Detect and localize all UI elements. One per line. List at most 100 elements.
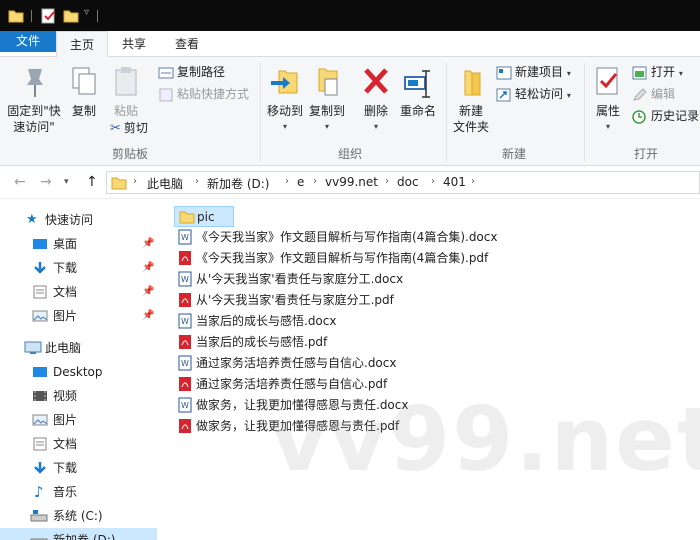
svg-text:W: W [181, 401, 189, 410]
tab-share[interactable]: 共享 [108, 31, 160, 57]
back-arrow-icon[interactable]: ← [14, 174, 26, 190]
file-name: 《今天我当家》作文题目解析与写作指南(4篇合集).docx [196, 230, 498, 244]
pin-to-quick-access-button[interactable]: 固定到"快 速访问" [2, 65, 66, 135]
breadcrumb-401[interactable]: 401 [443, 175, 466, 189]
edit-label: 编辑 [651, 87, 676, 101]
rename-button[interactable]: 重命名 [396, 65, 440, 119]
properties-label: 属性 [595, 104, 620, 118]
paste-button[interactable]: 粘贴 [106, 65, 146, 119]
new-group-label: 新建 [501, 147, 526, 161]
nav-item-pictures-pc[interactable]: 图片 [0, 408, 157, 432]
file-name: 通过家务活培养责任感与自信心.docx [196, 356, 397, 370]
copy-path-button[interactable]: 复制路径 [158, 63, 225, 81]
nav-item-downloads-pc[interactable]: 下载 [0, 456, 157, 480]
easy-access-button[interactable]: 轻松访问 ▾ [496, 85, 571, 105]
move-to-button[interactable]: 移动到 ▾ [264, 65, 306, 135]
tab-file[interactable]: 文件 [0, 31, 56, 52]
copy-button[interactable]: 复制 [66, 65, 102, 119]
file-name: 当家后的成长与感悟.docx [196, 314, 337, 328]
pin-icon: 📌 [142, 262, 155, 273]
properties-icon [596, 67, 618, 95]
file-list: pic W 《今天我当家》作文题目解析与写作指南(4篇合集).docx 《今天我… [157, 199, 700, 540]
breadcrumb-vv99[interactable]: vv99.net [325, 175, 378, 189]
copy-to-label: 复制到 [308, 104, 345, 118]
new-folder-button[interactable]: 新建 文件夹 [450, 65, 492, 135]
folder-icon [179, 211, 195, 224]
new-item-button[interactable]: 新建项目 ▾ [496, 63, 571, 83]
nav-this-pc[interactable]: 此电脑 [0, 336, 157, 360]
pictures-icon [32, 414, 48, 426]
pictures-icon [32, 310, 48, 322]
nav-label: 新加卷 (D:) [53, 533, 116, 540]
word-document-icon: W [178, 271, 192, 287]
forward-arrow-icon[interactable]: → [40, 174, 52, 190]
breadcrumb-separator-icon: › [431, 176, 435, 187]
computer-icon [24, 341, 42, 354]
nav-item-documents-pc[interactable]: 文档 [0, 432, 157, 456]
history-button[interactable]: 历史记录 [632, 107, 699, 125]
star-icon: ★ [26, 212, 38, 227]
properties-quick-icon[interactable] [41, 8, 57, 24]
organize-group-label: 组织 [337, 147, 362, 161]
drive-c-icon [30, 510, 48, 522]
edit-button[interactable]: 编辑 [632, 85, 675, 103]
drive-icon [30, 538, 48, 540]
documents-icon [33, 285, 47, 299]
download-icon [34, 262, 46, 274]
breadcrumb-separator-icon: › [385, 176, 389, 187]
toolbar-divider [97, 10, 98, 22]
breadcrumb-doc[interactable]: doc [397, 175, 419, 189]
documents-icon [33, 437, 47, 451]
recent-locations-chevron-icon[interactable]: ▾ [64, 177, 69, 187]
breadcrumb-separator-icon: › [195, 176, 199, 187]
tab-view[interactable]: 查看 [160, 31, 214, 57]
breadcrumb-this-pc[interactable]: 此电脑 [147, 175, 183, 192]
tab-home[interactable]: 主页 [56, 31, 108, 58]
paste-shortcut-button[interactable]: 粘贴快捷方式 [158, 85, 249, 103]
nav-item-drive-d[interactable]: 新加卷 (D:) [0, 528, 157, 540]
nav-item-downloads[interactable]: 下载 📌 [0, 256, 157, 280]
breadcrumb-separator-icon: › [133, 176, 137, 187]
easy-access-label: 轻松访问 [515, 87, 564, 101]
nav-label: Desktop [53, 365, 103, 379]
customize-toolbar-icon[interactable]: ▿ [84, 7, 89, 18]
nav-label: 文档 [53, 437, 78, 451]
nav-label: 图片 [53, 413, 78, 427]
svg-text:W: W [181, 233, 189, 242]
address-bar[interactable]: › 此电脑 › 新加卷 (D:) › e › vv99.net › doc › … [106, 171, 700, 194]
up-arrow-icon[interactable]: ↑ [86, 174, 98, 190]
open-button[interactable]: 打开 ▾ [632, 63, 683, 83]
music-icon: ♪ [34, 483, 44, 501]
nav-item-desktop-pc[interactable]: Desktop [0, 360, 157, 384]
nav-item-videos[interactable]: 视频 [0, 384, 157, 408]
svg-text:W: W [181, 275, 189, 284]
ribbon-tabs: 文件 主页 共享 查看 [0, 31, 700, 58]
file-name: 做家务，让我更加懂得感恩与责任.docx [196, 398, 409, 412]
file-name: pic [197, 210, 215, 224]
breadcrumb-e[interactable]: e [297, 175, 304, 189]
new-folder-quick-icon[interactable] [63, 8, 79, 23]
properties-button[interactable]: 属性 ▾ [590, 65, 626, 135]
copy-to-button[interactable]: 复制到 ▾ [306, 65, 348, 135]
breadcrumb-drive-d[interactable]: 新加卷 (D:) [207, 175, 269, 192]
pdf-document-icon [179, 419, 191, 433]
list-item-folder[interactable]: pic [174, 206, 234, 227]
nav-item-documents[interactable]: 文档 📌 [0, 280, 157, 304]
open-icon [632, 66, 647, 79]
nav-item-desktop[interactable]: 桌面 📌 [0, 232, 157, 256]
cut-button[interactable]: ✂ 剪切 [110, 119, 148, 138]
nav-label: 快速访问 [45, 213, 94, 227]
nav-item-pictures[interactable]: 图片 📌 [0, 304, 157, 328]
nav-item-drive-c[interactable]: 系统 (C:) [0, 504, 157, 528]
delete-button[interactable]: 删除 ▾ [358, 65, 394, 135]
copy-path-icon [158, 67, 174, 78]
nav-label: 视频 [53, 389, 78, 403]
pin-icon [27, 69, 43, 97]
desktop-icon [33, 367, 47, 377]
nav-quick-access[interactable]: ★ 快速访问 [0, 208, 157, 232]
nav-item-music[interactable]: ♪ 音乐 [0, 480, 157, 504]
word-document-icon: W [178, 397, 192, 413]
file-name: 从'今天我当家'看责任与家庭分工.docx [196, 272, 404, 286]
nav-label: 下载 [53, 461, 78, 475]
download-icon [34, 462, 46, 474]
